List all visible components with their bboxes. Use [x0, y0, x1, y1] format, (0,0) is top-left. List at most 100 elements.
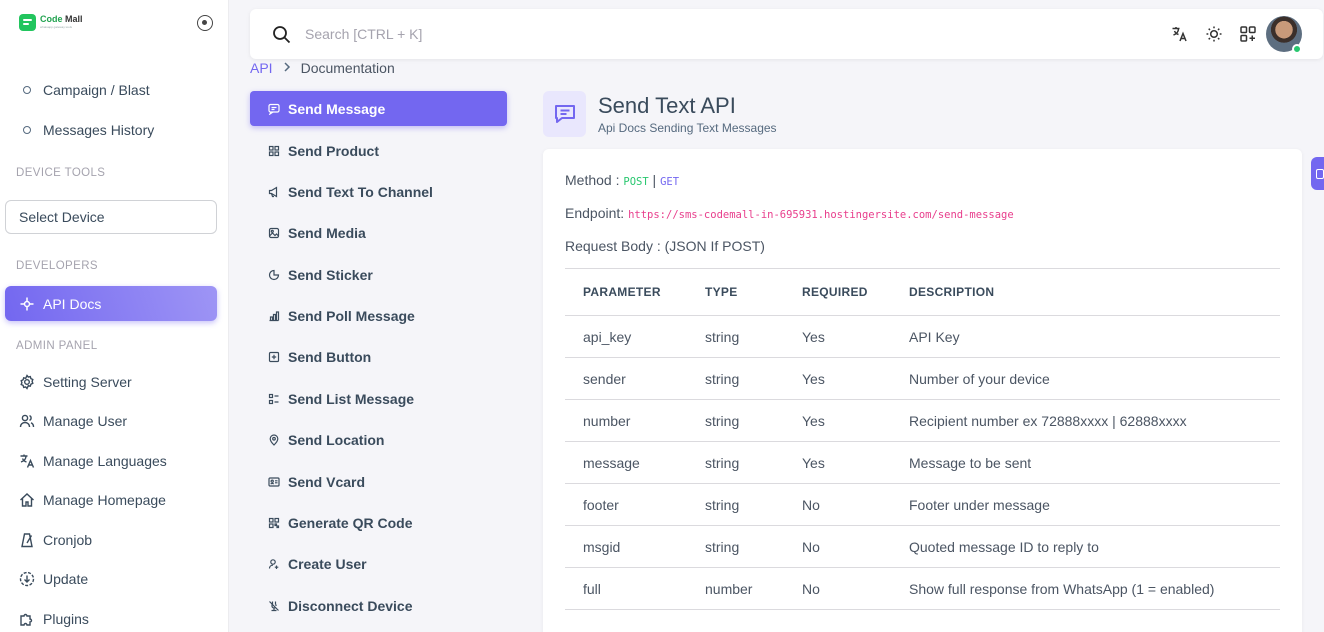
- chevron-right-icon: [283, 61, 291, 75]
- search-icon[interactable]: [272, 25, 291, 49]
- docnav-send-list-message[interactable]: Send List Message: [250, 381, 507, 416]
- table-cell: Footer under message: [891, 483, 1280, 526]
- docnav-label: Disconnect Device: [288, 597, 413, 614]
- sidebar-item-label: Plugins: [43, 611, 89, 627]
- table-cell: number: [687, 567, 784, 610]
- table-row: footer string No Footer under message: [565, 483, 1280, 526]
- docnav-label: Send List Message: [288, 390, 415, 407]
- request-body-label: Request Body : (JSON If POST): [565, 238, 765, 254]
- section-heading-device-tools: DEVICE TOOLS: [16, 167, 106, 179]
- table-cell: Yes: [784, 399, 891, 442]
- sidebar-item-label: Messages History: [43, 122, 155, 138]
- sidebar-item-manage-homepage[interactable]: Manage Homepage: [5, 483, 217, 517]
- sidebar-item-label: Manage User: [43, 413, 128, 429]
- docnav-send-product[interactable]: Send Product: [250, 133, 507, 168]
- docnav-label: Send Location: [288, 431, 385, 448]
- method-line: Method : POST | GET: [565, 172, 679, 188]
- endpoint-url: https://sms-codemall-in-695931.hostinger…: [628, 209, 1014, 221]
- endpoint-label: Endpoint:: [565, 205, 629, 221]
- method-label: Method :: [565, 172, 624, 188]
- docnav-label: Generate QR Code: [288, 514, 413, 531]
- poll-icon: [268, 310, 280, 322]
- table-row: message string Yes Message to be sent: [565, 441, 1280, 484]
- docnav-generate-qr-code[interactable]: Generate QR Code: [250, 505, 507, 540]
- table-cell: string: [687, 315, 784, 358]
- translate-icon: [19, 453, 35, 469]
- sidebar-item-update[interactable]: Update: [5, 562, 217, 596]
- table-row: sender string Yes Number of your device: [565, 357, 1280, 400]
- docnav-label: Send Poll Message: [288, 307, 415, 324]
- docnav-label: Send Button: [288, 348, 372, 365]
- metronome-icon: [19, 532, 35, 548]
- megaphone-icon: [268, 185, 280, 198]
- customizer-toggle-tab[interactable]: [1311, 157, 1324, 190]
- docnav-send-poll-message[interactable]: Send Poll Message: [250, 298, 507, 333]
- docnav-label: Send Media: [288, 224, 366, 241]
- docnav-label: Create User: [288, 555, 367, 572]
- user-plus-icon: [268, 558, 280, 570]
- table-cell: No: [784, 483, 891, 526]
- docnav-label: Send Product: [288, 142, 380, 159]
- table-cell: Yes: [784, 357, 891, 400]
- docnav-create-user[interactable]: Create User: [250, 546, 507, 581]
- section-heading-admin-panel: ADMIN PANEL: [16, 340, 98, 352]
- table-row: msgid string No Quoted message ID to rep…: [565, 525, 1280, 568]
- table-cell: string: [687, 441, 784, 484]
- location-icon: [268, 433, 280, 446]
- table-cell: string: [687, 357, 784, 400]
- breadcrumb-link-api[interactable]: API: [250, 60, 273, 76]
- table-cell: string: [687, 399, 784, 442]
- section-heading-developers: DEVELOPERS: [16, 260, 98, 272]
- sidebar-item-manage-languages[interactable]: Manage Languages: [5, 444, 217, 478]
- logo[interactable]: Code Mall whatsapp gateway tools: [19, 14, 83, 31]
- table-cell: Show full response from WhatsApp (1 = en…: [891, 567, 1280, 610]
- table-cell: No: [784, 525, 891, 568]
- page-subtitle: Api Docs Sending Text Messages: [598, 121, 777, 135]
- sidebar-toggle-icon[interactable]: [197, 15, 213, 31]
- docnav-label: Send Sticker: [288, 266, 373, 283]
- circle-icon: [19, 122, 35, 138]
- update-icon: [19, 571, 35, 587]
- api-icon: [19, 296, 35, 312]
- table-row: api_key string Yes API Key: [565, 315, 1280, 358]
- qr-icon: [268, 517, 280, 529]
- select-device-dropdown[interactable]: Select Device: [5, 200, 217, 234]
- sidebar-item-label: Setting Server: [43, 374, 132, 390]
- search-input[interactable]: [305, 22, 905, 46]
- sidebar-item-api-docs[interactable]: API Docs: [5, 286, 217, 321]
- docnav-label: Send Vcard: [288, 473, 366, 490]
- table-cell: string: [687, 483, 784, 526]
- docnav-send-text-to-channel[interactable]: Send Text To Channel: [250, 174, 507, 209]
- sidebar-item-messages-history[interactable]: Messages History: [5, 113, 217, 147]
- shortcuts-grid-icon[interactable]: [1239, 25, 1257, 43]
- sidebar-item-manage-user[interactable]: Manage User: [5, 404, 217, 438]
- sidebar-item-label: Manage Homepage: [43, 492, 166, 508]
- circle-icon: [19, 82, 35, 98]
- button-icon: [268, 351, 280, 363]
- table-header-row: PARAMETER TYPE REQUIRED DESCRIPTION: [565, 268, 1280, 316]
- docnav-disconnect-device[interactable]: Disconnect Device: [250, 588, 507, 623]
- sidebar-item-setting-server[interactable]: Setting Server: [5, 365, 217, 399]
- docnav-send-message[interactable]: Send Message: [250, 91, 507, 126]
- theme-sun-icon[interactable]: [1205, 25, 1223, 43]
- docnav-send-media[interactable]: Send Media: [250, 215, 507, 250]
- table-cell: Yes: [784, 315, 891, 358]
- table-cell: Yes: [784, 441, 891, 484]
- method-post: POST: [623, 176, 649, 188]
- sidebar-item-cronjob[interactable]: Cronjob: [5, 523, 217, 557]
- sidebar-item-plugins[interactable]: Plugins: [5, 602, 217, 632]
- parameters-table: PARAMETER TYPE REQUIRED DESCRIPTION api_…: [565, 268, 1280, 610]
- plugin-icon: [19, 611, 35, 627]
- disconnect-icon: [268, 600, 280, 612]
- sidebar: Code Mall whatsapp gateway tools Campaig…: [0, 0, 229, 632]
- docnav-send-button[interactable]: Send Button: [250, 339, 507, 374]
- topbar: [250, 9, 1323, 59]
- sidebar-item-campaign-blast[interactable]: Campaign / Blast: [5, 73, 217, 107]
- docnav-send-sticker[interactable]: Send Sticker: [250, 257, 507, 292]
- column-header: TYPE: [687, 268, 784, 316]
- table-cell: msgid: [565, 525, 687, 568]
- docnav-send-location[interactable]: Send Location: [250, 422, 507, 457]
- translate-icon[interactable]: [1171, 25, 1189, 43]
- online-status-indicator: [1292, 44, 1302, 54]
- docnav-send-vcard[interactable]: Send Vcard: [250, 464, 507, 499]
